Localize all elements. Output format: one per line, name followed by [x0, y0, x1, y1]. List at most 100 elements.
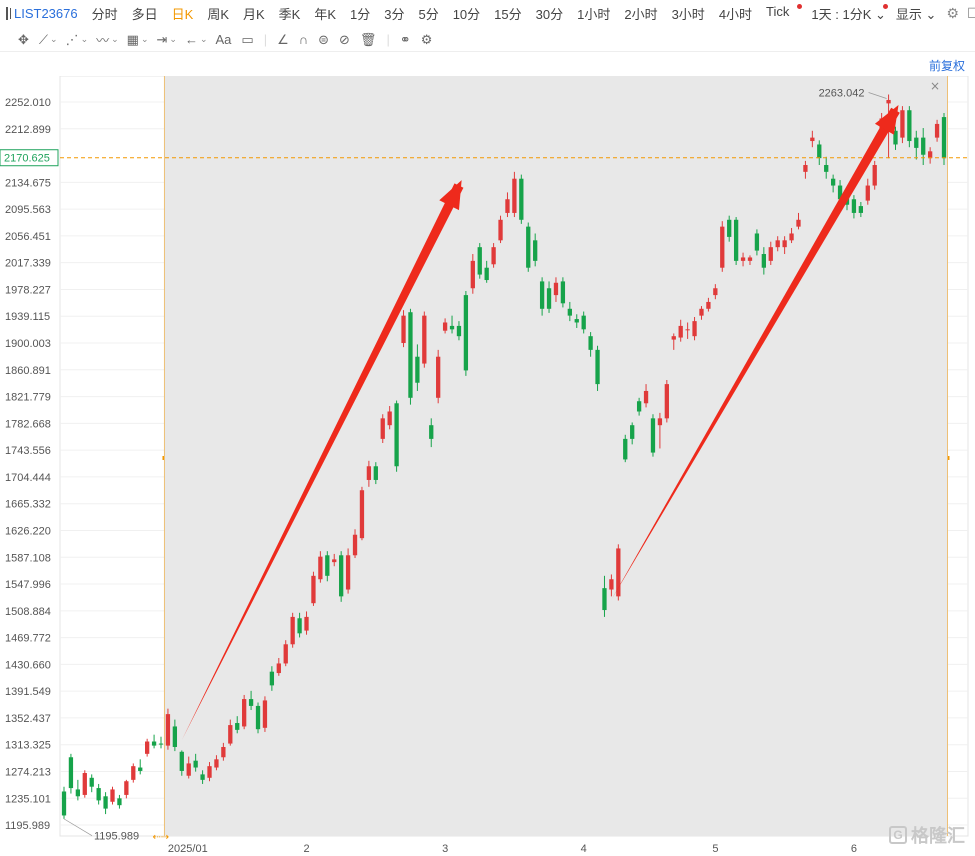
delete-icon[interactable]: 🗑 — [360, 32, 377, 48]
candle-body — [380, 418, 385, 439]
period-tab[interactable]: 3分 — [384, 4, 404, 23]
chevron-down-icon[interactable]: ⌄ — [81, 34, 89, 45]
candle-body — [526, 226, 531, 268]
candle-body — [269, 671, 275, 686]
price-adjust-link[interactable]: 前复权 — [929, 57, 965, 74]
period-tab[interactable]: 1小时 — [577, 4, 610, 23]
candle-body — [775, 240, 780, 248]
draw-settings-icon[interactable]: ⚙ — [421, 32, 433, 48]
period-tab[interactable]: 5分 — [418, 4, 438, 23]
display-dropdown[interactable]: 显示 ⌄ — [896, 4, 937, 23]
candle-body — [692, 321, 697, 337]
candle-body — [533, 240, 538, 261]
period-tab[interactable]: 10分 — [453, 4, 480, 23]
measure-tool-icon[interactable]: ⇥ — [157, 32, 168, 48]
candle-body — [262, 700, 268, 728]
candle-body — [539, 281, 545, 309]
period-tab[interactable]: 4小时 — [719, 4, 752, 23]
angle-icon[interactable]: ∠ — [277, 32, 289, 48]
link-icon[interactable]: ⚭ — [400, 32, 411, 48]
watermark: G 格隆汇 — [889, 822, 965, 848]
chevron-down-icon[interactable]: ⌄ — [111, 34, 119, 45]
y-tick-label: 2212.899 — [5, 124, 51, 136]
candle-body — [436, 356, 441, 398]
chevron-down-icon[interactable]: ⌄ — [141, 34, 149, 45]
symbol-label[interactable]: LIST23676 — [14, 6, 78, 21]
current-price-text: 2170.625 — [4, 153, 50, 165]
period-tab[interactable]: 分时 — [92, 4, 118, 23]
chevron-down-icon[interactable]: ⌄ — [169, 34, 177, 45]
comment-icon[interactable]: ▭ — [241, 32, 253, 48]
candle-body — [276, 663, 281, 674]
fibonacci-tool-icon[interactable]: ▦ — [127, 32, 139, 48]
period-tab[interactable]: 1分 — [350, 4, 370, 23]
period-tab[interactable]: 日K — [172, 4, 194, 23]
period-tab[interactable]: 30分 — [536, 4, 563, 23]
candle-body — [623, 438, 628, 460]
period-tab[interactable]: 2小时 — [624, 4, 657, 23]
candle-body — [318, 556, 323, 580]
candle-body — [914, 137, 919, 148]
candle-body — [248, 699, 254, 706]
period-tab[interactable]: 3小时 — [672, 4, 705, 23]
period-tab[interactable]: 季K — [279, 4, 301, 23]
candle-body — [138, 767, 143, 771]
move-icon[interactable]: ✥ — [18, 32, 29, 48]
y-tick-label: 1704.444 — [5, 472, 51, 484]
candle-body — [636, 401, 642, 412]
candle-body — [851, 199, 857, 213]
candle-body — [588, 336, 593, 350]
candle-body — [706, 301, 711, 309]
y-tick-label: 1313.325 — [5, 740, 51, 752]
period-tab[interactable]: 周K — [207, 4, 229, 23]
candle-body — [713, 288, 718, 296]
candle-body — [941, 117, 947, 159]
candle-body — [304, 616, 309, 631]
candle-body — [89, 777, 94, 787]
candle-body — [242, 699, 247, 727]
arrow-tool-icon[interactable]: ← — [185, 32, 198, 47]
candle-body — [817, 144, 822, 159]
layout-icon[interactable]: ☐⌄ — [967, 5, 975, 22]
candle-body — [359, 490, 365, 539]
candle-body — [442, 322, 448, 331]
candle-body — [505, 199, 510, 213]
candle-body — [553, 282, 559, 296]
candle-body — [574, 319, 579, 323]
period-tab[interactable]: 15分 — [494, 4, 521, 23]
period-tab[interactable]: 月K — [243, 4, 265, 23]
display-label: 显示 — [895, 7, 922, 22]
candle-body — [339, 555, 344, 597]
chevron-down-icon[interactable]: ⌄ — [50, 34, 58, 45]
candle-body — [255, 705, 261, 730]
candlestick-chart[interactable]: 2263.042 1195.989 × 2170.625 2252.010 2212.8… — [0, 76, 975, 856]
candle-body — [373, 466, 378, 480]
line-tool-icon[interactable]: ⟋ — [39, 32, 48, 48]
candle-body — [927, 151, 933, 159]
settings-icon[interactable]: ⚙ — [946, 5, 959, 22]
multi-period-dropdown[interactable]: 1天 : 1分K ⌄ — [797, 4, 888, 23]
period-tab[interactable]: Tick — [766, 4, 789, 23]
magnet-icon[interactable]: ∩ — [299, 32, 308, 47]
candle-body — [512, 178, 517, 213]
selection-highlight — [164, 76, 948, 836]
candle-body — [228, 725, 233, 744]
lock-icon[interactable]: ⊜ — [318, 32, 329, 48]
candle-body — [131, 766, 136, 780]
candle-body — [768, 247, 773, 261]
wave-tool-icon[interactable]: 〰 — [96, 30, 109, 49]
hide-icon[interactable]: ⊘ — [339, 32, 350, 48]
candle-body — [415, 356, 420, 383]
candle-body — [900, 110, 905, 138]
period-tab[interactable]: 年K — [314, 4, 336, 23]
chevron-down-icon[interactable]: ⌄ — [200, 34, 208, 45]
period-tab[interactable]: 多日 — [132, 4, 158, 23]
logo-icon: G — [889, 826, 907, 844]
text-tool-icon[interactable]: Aa — [216, 32, 232, 47]
candle-body — [68, 757, 74, 789]
candle-body — [560, 281, 566, 304]
sidebar-toggle-icon[interactable] — [6, 7, 11, 20]
candle-body — [172, 726, 178, 747]
channel-tool-icon[interactable]: ⋰ — [66, 32, 79, 48]
candle-body — [907, 110, 912, 142]
